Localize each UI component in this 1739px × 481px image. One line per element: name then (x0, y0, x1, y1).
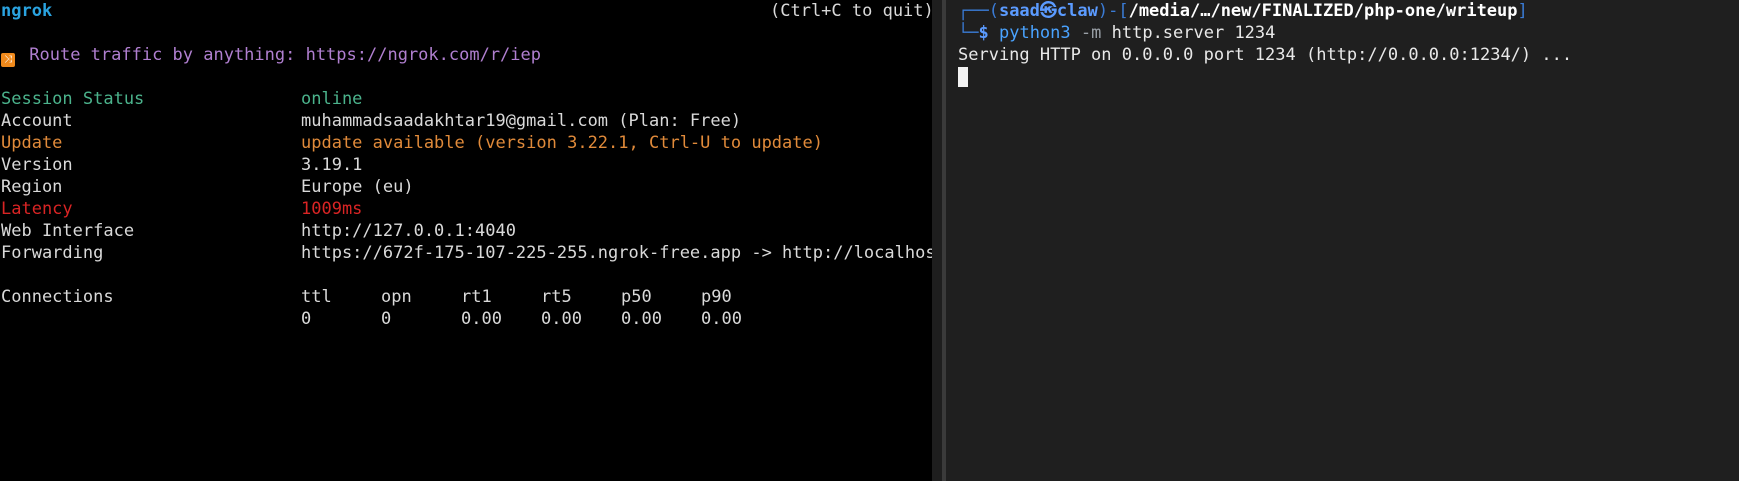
conn-header-opn: opn (381, 287, 412, 307)
prompt-mid: )-[ (1097, 1, 1129, 21)
account-label: Account (1, 111, 73, 131)
conn-value-ttl: 0 (301, 309, 312, 329)
prompt-corner: └─ (958, 23, 979, 43)
conn-value-opn: 0 (381, 309, 392, 329)
shell-terminal-pane[interactable]: ┌──(saad㉿claw)-[/media/…/new/FINALIZED/p… (946, 0, 1739, 481)
web-interface-link[interactable]: http://127.0.0.1:4040 (301, 220, 516, 242)
region-label: Region (1, 177, 63, 197)
terminal-window: ngrok (Ctrl+C to quit) ⤨ Route traffic b… (0, 0, 1739, 481)
web-interface-label: Web Interface (1, 221, 135, 241)
session-status-label: Session Status (1, 89, 145, 109)
prompt-line-2: └─$ python3 -m http.server 1234 (958, 22, 1275, 44)
conn-header-ttl: ttl (301, 287, 332, 307)
command-flag: -m (1080, 23, 1102, 43)
latency-label: Latency (1, 199, 73, 219)
prompt-dollar: $ (978, 23, 989, 43)
shuffle-icon: ⤨ (1, 53, 15, 67)
conn-value-rt1: 0.00 (461, 309, 502, 329)
conn-header-rt1: rt1 (461, 287, 492, 307)
route-text: Route traffic by anything: https://ngrok… (29, 45, 541, 65)
latency-value: 1009ms (301, 199, 363, 219)
version-label: Version (1, 155, 73, 175)
command-args: http.server 1234 (1111, 23, 1276, 43)
prompt-host: claw (1056, 1, 1098, 21)
conn-value-p90: 0.00 (701, 309, 742, 329)
command-name: python3 (998, 23, 1071, 43)
conn-header-rt5: rt5 (541, 287, 572, 307)
ngrok-title: ngrok (1, 1, 53, 21)
conn-header-p50: p50 (621, 287, 652, 307)
pane-scrollbar[interactable] (932, 0, 942, 481)
conn-value-rt5: 0.00 (541, 309, 582, 329)
quit-hint: (Ctrl+C to quit) (770, 1, 932, 21)
ngrok-terminal-pane[interactable]: ngrok (Ctrl+C to quit) ⤨ Route traffic b… (0, 0, 932, 481)
conn-value-p50: 0.00 (621, 309, 662, 329)
server-output: Serving HTTP on 0.0.0.0 port 1234 (http:… (958, 45, 1573, 65)
region-value: Europe (eu) (301, 177, 414, 197)
session-status-value: online (301, 89, 363, 109)
route-banner: ⤨ Route traffic by anything: https://ngr… (1, 44, 541, 67)
prompt-at-icon: ㉿ (1039, 1, 1057, 21)
prompt-close: ] (1517, 1, 1528, 21)
prompt-line-1: ┌──(saad㉿claw)-[/media/…/new/FINALIZED/p… (958, 0, 1528, 22)
forwarding-label: Forwarding (1, 243, 104, 263)
version-value: 3.19.1 (301, 155, 363, 175)
prompt-open: ┌──( (958, 1, 999, 21)
prompt-path: /media/…/new/FINALIZED/php-one/writeup (1128, 1, 1518, 21)
prompt-user: saad (998, 1, 1040, 21)
text-cursor (958, 67, 968, 87)
forwarding-value[interactable]: https://672f-175-107-225-255.ngrok-free.… (301, 242, 932, 264)
update-value: update available (version 3.22.1, Ctrl-U… (301, 133, 823, 153)
account-value: muhammadsaadakhtar19@gmail.com (Plan: Fr… (301, 111, 742, 131)
conn-header-p90: p90 (701, 287, 732, 307)
connections-label: Connections (1, 287, 114, 307)
update-label: Update (1, 133, 63, 153)
